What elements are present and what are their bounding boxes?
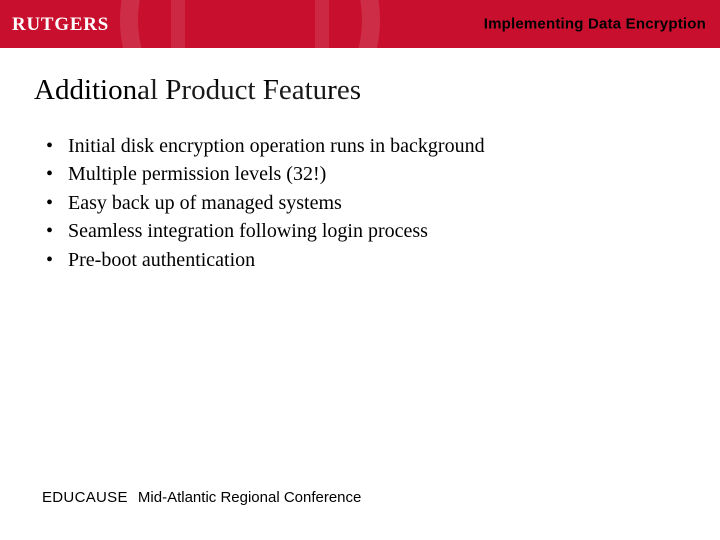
rutgers-logo: RUTGERS [12, 9, 132, 39]
list-item: Pre-boot authentication [46, 247, 720, 273]
footer-org: EDUCAUSE [42, 489, 128, 506]
list-item: Easy back up of managed systems [46, 190, 720, 216]
slide-title: Additional Product Features [34, 74, 720, 107]
bullet-list: Initial disk encryption operation runs i… [46, 133, 720, 273]
list-item: Seamless integration following login pro… [46, 218, 720, 244]
list-item: Initial disk encryption operation runs i… [46, 133, 720, 159]
header-bar: RUTGERS Implementing Data Encryption [0, 0, 720, 48]
logo-text: RUTGERS [12, 14, 109, 35]
footer-event: Mid-Atlantic Regional Conference [138, 489, 361, 506]
header-title: Implementing Data Encryption [484, 16, 706, 33]
footer: EDUCAUSE Mid-Atlantic Regional Conferenc… [42, 489, 361, 506]
list-item: Multiple permission levels (32!) [46, 161, 720, 187]
